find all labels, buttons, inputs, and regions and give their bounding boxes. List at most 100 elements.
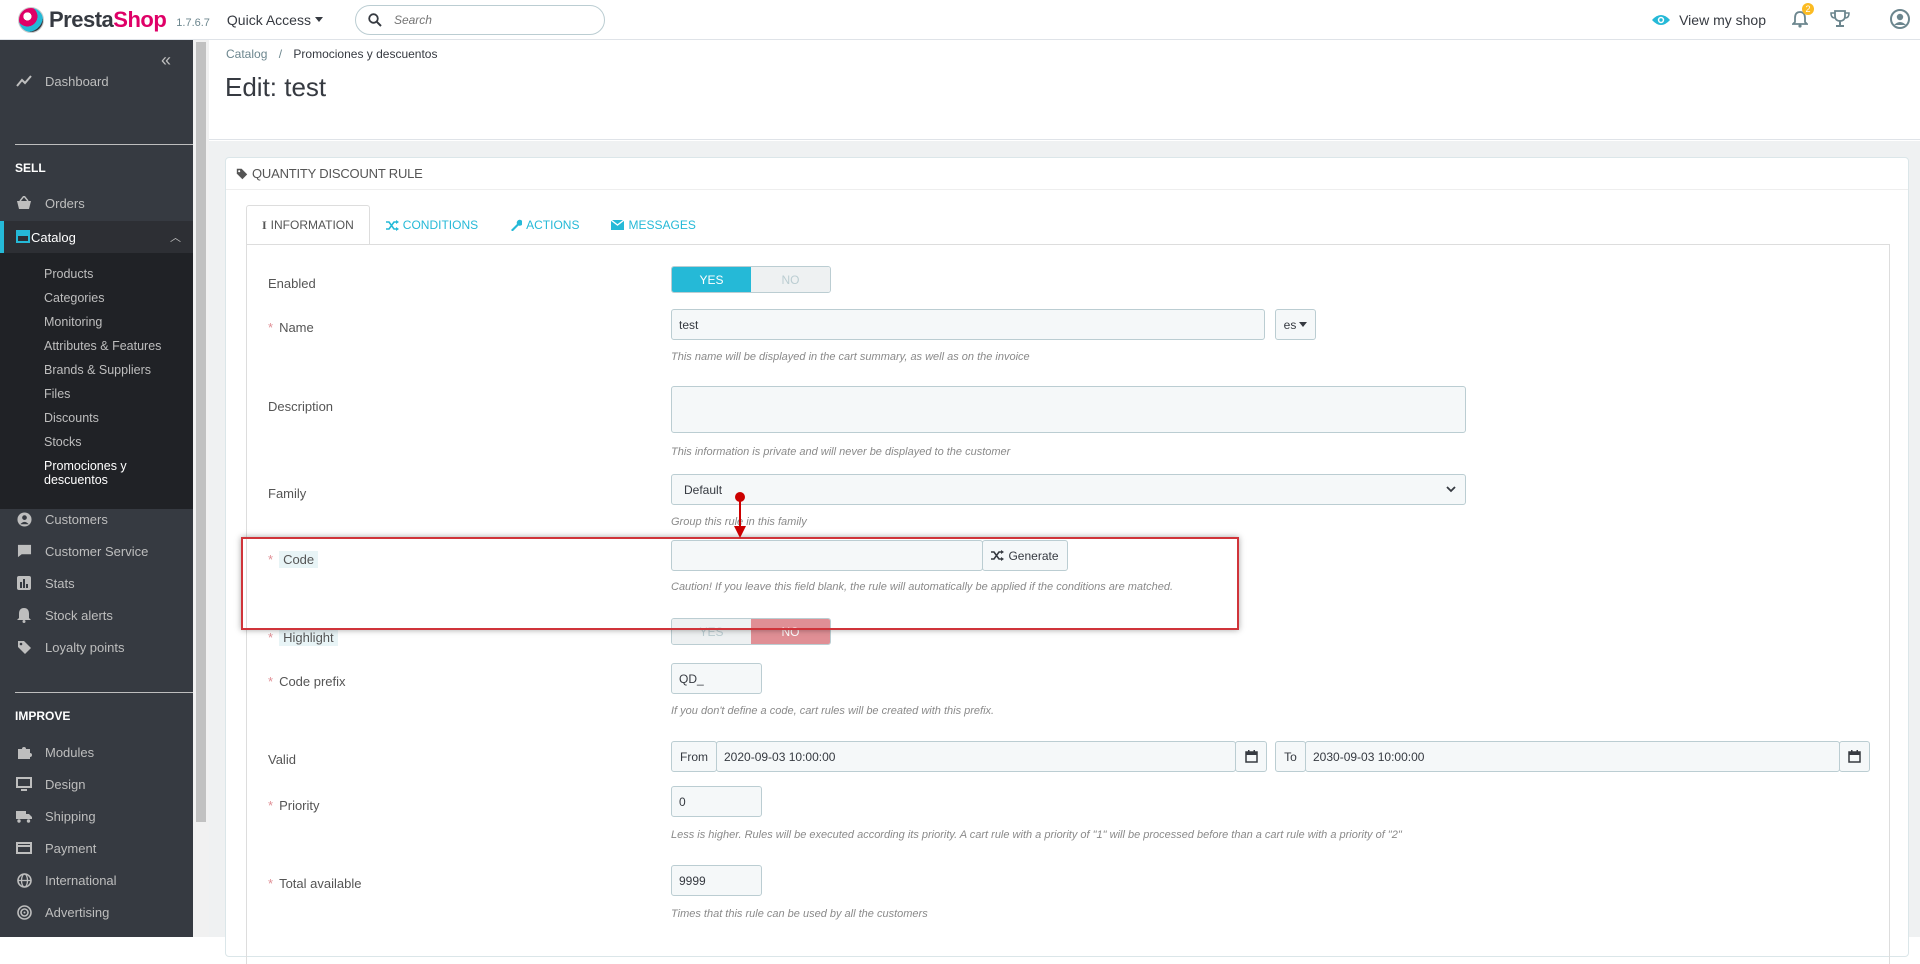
- sidebar-subitem-discounts[interactable]: Discounts: [44, 411, 99, 425]
- total-available-input[interactable]: 9999: [671, 865, 762, 896]
- enabled-yes-option[interactable]: YES: [672, 267, 751, 292]
- sidebar-item-loyalty-points[interactable]: Loyalty points: [0, 632, 193, 662]
- prestashop-logo-icon: [18, 6, 44, 33]
- trophy-button[interactable]: [1830, 9, 1850, 31]
- sidebar-item-modules[interactable]: Modules: [0, 737, 193, 767]
- wrench-icon: [511, 219, 523, 231]
- sidebar-item-international[interactable]: International: [0, 865, 193, 895]
- name-help-text: This name will be displayed in the cart …: [671, 351, 1030, 363]
- tab-label: MESSAGES: [628, 218, 696, 232]
- tab-conditions[interactable]: CONDITIONS: [370, 205, 494, 245]
- highlight-label: * Highlight: [268, 629, 338, 646]
- sidebar-item-stock-alerts[interactable]: Stock alerts: [0, 600, 193, 630]
- annotation-highlight-box: [241, 537, 1239, 630]
- page-header: Catalog / Promociones y descuentos Edit:…: [209, 40, 1920, 140]
- sidebar-subitem-promociones[interactable]: Promociones y descuentos: [44, 459, 144, 487]
- search-box: [354, 4, 605, 35]
- sidebar-item-stats[interactable]: Stats: [0, 568, 193, 598]
- priority-input[interactable]: 0: [671, 786, 762, 817]
- from-addon: From: [671, 741, 717, 772]
- to-calendar-button[interactable]: [1839, 741, 1870, 772]
- code-prefix-label: * Code prefix: [268, 674, 346, 689]
- code-prefix-input[interactable]: QD_: [671, 663, 762, 694]
- sidebar-item-customers[interactable]: Customers: [0, 504, 193, 534]
- enabled-no-option[interactable]: NO: [751, 267, 830, 292]
- from-date-input[interactable]: 2020-09-03 10:00:00: [716, 741, 1236, 772]
- sidebar-item-customer-service[interactable]: Customer Service: [0, 536, 193, 566]
- account-avatar[interactable]: [1890, 8, 1910, 32]
- name-input[interactable]: test: [671, 309, 1265, 340]
- code-prefix-label-text: Code prefix: [279, 674, 346, 689]
- sidebar-item-payment[interactable]: Payment: [0, 833, 193, 863]
- sidebar-item-design[interactable]: Design: [0, 769, 193, 799]
- language-dropdown[interactable]: es: [1275, 309, 1316, 340]
- sidebar-item-catalog[interactable]: Catalog ︿: [0, 221, 193, 253]
- sidebar-scrollbar[interactable]: [193, 40, 209, 937]
- total-available-label: * Total available: [268, 876, 362, 891]
- calendar-icon: [1244, 750, 1258, 763]
- brand-part-b: Shop: [113, 6, 167, 32]
- family-select[interactable]: Default: [671, 474, 1466, 505]
- top-bar: PrestaShop 1.7.6.7 Quick Access View my …: [0, 0, 1920, 40]
- sidebar-subitem-monitoring[interactable]: Monitoring: [44, 315, 102, 329]
- tag-icon: [15, 638, 33, 656]
- from-calendar-button[interactable]: [1235, 741, 1267, 772]
- brand-part-a: Presta: [49, 6, 114, 32]
- search-icon[interactable]: [368, 12, 382, 27]
- sidebar-subitem-attributes[interactable]: Attributes & Features: [44, 339, 161, 353]
- sidebar-item-label: Stock alerts: [45, 607, 113, 623]
- tab-label: INFORMATION: [270, 218, 354, 232]
- info-icon: i: [262, 217, 267, 232]
- tab-actions[interactable]: ACTIONS: [494, 205, 595, 245]
- tab-messages[interactable]: MESSAGES: [595, 205, 711, 245]
- search-input[interactable]: [393, 12, 574, 27]
- page-title: Edit: test: [225, 72, 327, 102]
- envelope-icon: [611, 220, 625, 230]
- family-selected-value: Default: [684, 482, 723, 497]
- priority-label: * Priority: [268, 798, 320, 813]
- sidebar-item-dashboard[interactable]: Dashboard: [0, 66, 193, 96]
- panel-heading-text: QUANTITY DISCOUNT RULE: [252, 166, 423, 181]
- monitor-icon: [15, 775, 33, 793]
- sidebar-subitem-categories[interactable]: Categories: [44, 291, 104, 305]
- notifications-button[interactable]: 2: [1790, 2, 1814, 31]
- breadcrumb-current: Promociones y descuentos: [293, 47, 438, 61]
- sidebar-subitem-stocks[interactable]: Stocks: [44, 435, 82, 449]
- sidebar-item-shipping[interactable]: Shipping: [0, 801, 193, 831]
- to-date-input[interactable]: 2030-09-03 10:00:00: [1305, 741, 1840, 772]
- language-value: es: [1283, 317, 1297, 332]
- sidebar-item-label: Design: [45, 776, 86, 792]
- prestashop-logo[interactable]: PrestaShop: [18, 6, 167, 33]
- total-available-label-text: Total available: [279, 876, 362, 891]
- user-circle-icon: [1890, 8, 1910, 29]
- breadcrumb-catalog[interactable]: Catalog: [226, 47, 267, 61]
- trending-up-icon: [15, 72, 33, 90]
- description-help-text: This information is private and will nev…: [671, 446, 1011, 458]
- notification-count-badge: 2: [1802, 2, 1814, 15]
- family-label: Family: [268, 486, 307, 501]
- divider: [15, 144, 193, 145]
- view-my-shop-link[interactable]: View my shop: [1651, 12, 1766, 28]
- sidebar-subitem-files[interactable]: Files: [44, 387, 70, 401]
- sidebar-item-orders[interactable]: Orders: [0, 188, 193, 218]
- code-prefix-help-text: If you don't define a code, cart rules w…: [671, 705, 995, 717]
- scrollbar-thumb[interactable]: [196, 42, 206, 822]
- tab-label: ACTIONS: [526, 218, 580, 232]
- enabled-toggle[interactable]: YES NO: [671, 266, 831, 293]
- quick-access-dropdown[interactable]: Quick Access: [227, 12, 323, 28]
- chat-icon: [15, 542, 33, 560]
- sidebar-item-label: International: [45, 872, 117, 888]
- form-tabs: i INFORMATION CONDITIONS ACTIONS MESSAGE…: [246, 205, 712, 245]
- caret-down-icon: [314, 17, 323, 22]
- puzzle-icon: [15, 743, 33, 761]
- tag-icon: [236, 168, 248, 179]
- panel-heading: QUANTITY DISCOUNT RULE: [226, 158, 1908, 190]
- shopping-basket-icon: [15, 194, 33, 212]
- tab-information[interactable]: i INFORMATION: [246, 205, 370, 245]
- sidebar-subitem-products[interactable]: Products: [44, 267, 93, 281]
- sidebar-subitem-brands[interactable]: Brands & Suppliers: [44, 363, 151, 377]
- sidebar-item-label: Dashboard: [45, 73, 109, 89]
- sidebar-item-advertising[interactable]: Advertising: [0, 897, 193, 927]
- alert-bell-icon: [15, 606, 33, 624]
- description-textarea[interactable]: [671, 386, 1466, 433]
